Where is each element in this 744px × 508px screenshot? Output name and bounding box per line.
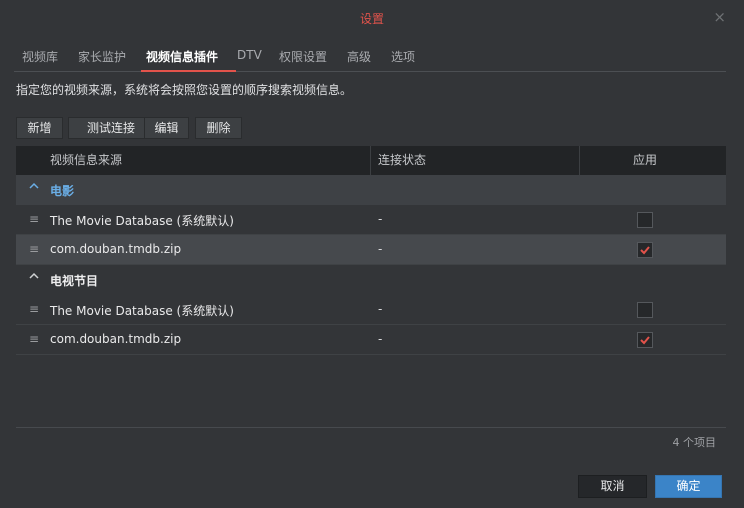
chevron-up-icon[interactable]: [28, 180, 40, 195]
tab-video-info-plugin[interactable]: 视频信息插件: [146, 48, 218, 65]
source-name: com.douban.tmdb.zip: [50, 242, 182, 256]
settings-dialog: 设置 × 视频库 家长监护 视频信息插件 DTV 权限设置 高级 选项 指定您的…: [0, 0, 744, 508]
drag-handle-icon[interactable]: ≡: [29, 302, 39, 316]
apply-checkbox[interactable]: [637, 332, 653, 348]
tab-dtv[interactable]: DTV: [237, 48, 262, 62]
checkmark-icon: [640, 336, 650, 345]
group-label: 电视节目: [50, 274, 99, 288]
delete-button[interactable]: 删除: [195, 117, 242, 139]
checkmark-icon: [640, 246, 650, 255]
connection-status: -: [378, 302, 383, 316]
apply-checkbox[interactable]: [637, 212, 653, 228]
source-name: com.douban.tmdb.zip: [50, 332, 182, 346]
group-label: 电影: [50, 184, 75, 198]
table-row[interactable]: ≡ com.douban.tmdb.zip -: [16, 235, 726, 265]
active-tab-indicator: [141, 70, 236, 72]
title-bar: 设置 ×: [0, 0, 744, 34]
ok-button[interactable]: 确定: [655, 475, 722, 498]
tab-parental-control[interactable]: 家长监护: [78, 48, 126, 65]
group-header-tv-shows[interactable]: 电视节目: [16, 265, 726, 295]
column-apply[interactable]: 应用: [633, 146, 657, 175]
footer-divider: [16, 427, 726, 428]
cancel-button[interactable]: 取消: [578, 475, 647, 498]
tab-advanced[interactable]: 高级: [347, 48, 371, 65]
column-source[interactable]: 视频信息来源: [50, 146, 122, 175]
column-status[interactable]: 连接状态: [378, 146, 426, 175]
tab-options[interactable]: 选项: [391, 48, 415, 65]
tab-permissions[interactable]: 权限设置: [279, 48, 327, 65]
table-row[interactable]: ≡ The Movie Database (系统默认) -: [16, 295, 726, 325]
column-divider: [370, 146, 371, 175]
source-name: The Movie Database (系统默认): [50, 304, 234, 318]
connection-status: -: [378, 212, 383, 226]
connection-status: -: [378, 332, 383, 346]
table-header: 视频信息来源 连接状态 应用: [16, 146, 726, 175]
tab-video-library[interactable]: 视频库: [22, 48, 58, 65]
connection-status: -: [378, 242, 383, 256]
table-row[interactable]: ≡ The Movie Database (系统默认) -: [16, 205, 726, 235]
edit-button[interactable]: 编辑: [144, 117, 189, 139]
drag-handle-icon[interactable]: ≡: [29, 212, 39, 226]
column-divider: [579, 146, 580, 175]
add-button[interactable]: 新增: [16, 117, 63, 139]
item-count: 4 个项目: [672, 436, 717, 449]
drag-handle-icon[interactable]: ≡: [29, 332, 39, 346]
group-header-movies[interactable]: 电影: [16, 175, 726, 205]
source-name: The Movie Database (系统默认): [50, 214, 234, 228]
description-text: 指定您的视频来源，系统将会按照您设置的顺序搜索视频信息。: [16, 83, 353, 97]
close-icon[interactable]: ×: [713, 8, 726, 26]
chevron-up-icon[interactable]: [28, 270, 40, 285]
drag-handle-icon[interactable]: ≡: [29, 242, 39, 256]
apply-checkbox[interactable]: [637, 302, 653, 318]
dialog-title: 设置: [359, 12, 384, 26]
test-connection-button[interactable]: 测试连接: [68, 117, 154, 139]
table-row[interactable]: ≡ com.douban.tmdb.zip -: [16, 325, 726, 355]
apply-checkbox[interactable]: [637, 242, 653, 258]
tab-bar: 视频库 家长监护 视频信息插件 DTV 权限设置 高级 选项: [14, 40, 726, 72]
